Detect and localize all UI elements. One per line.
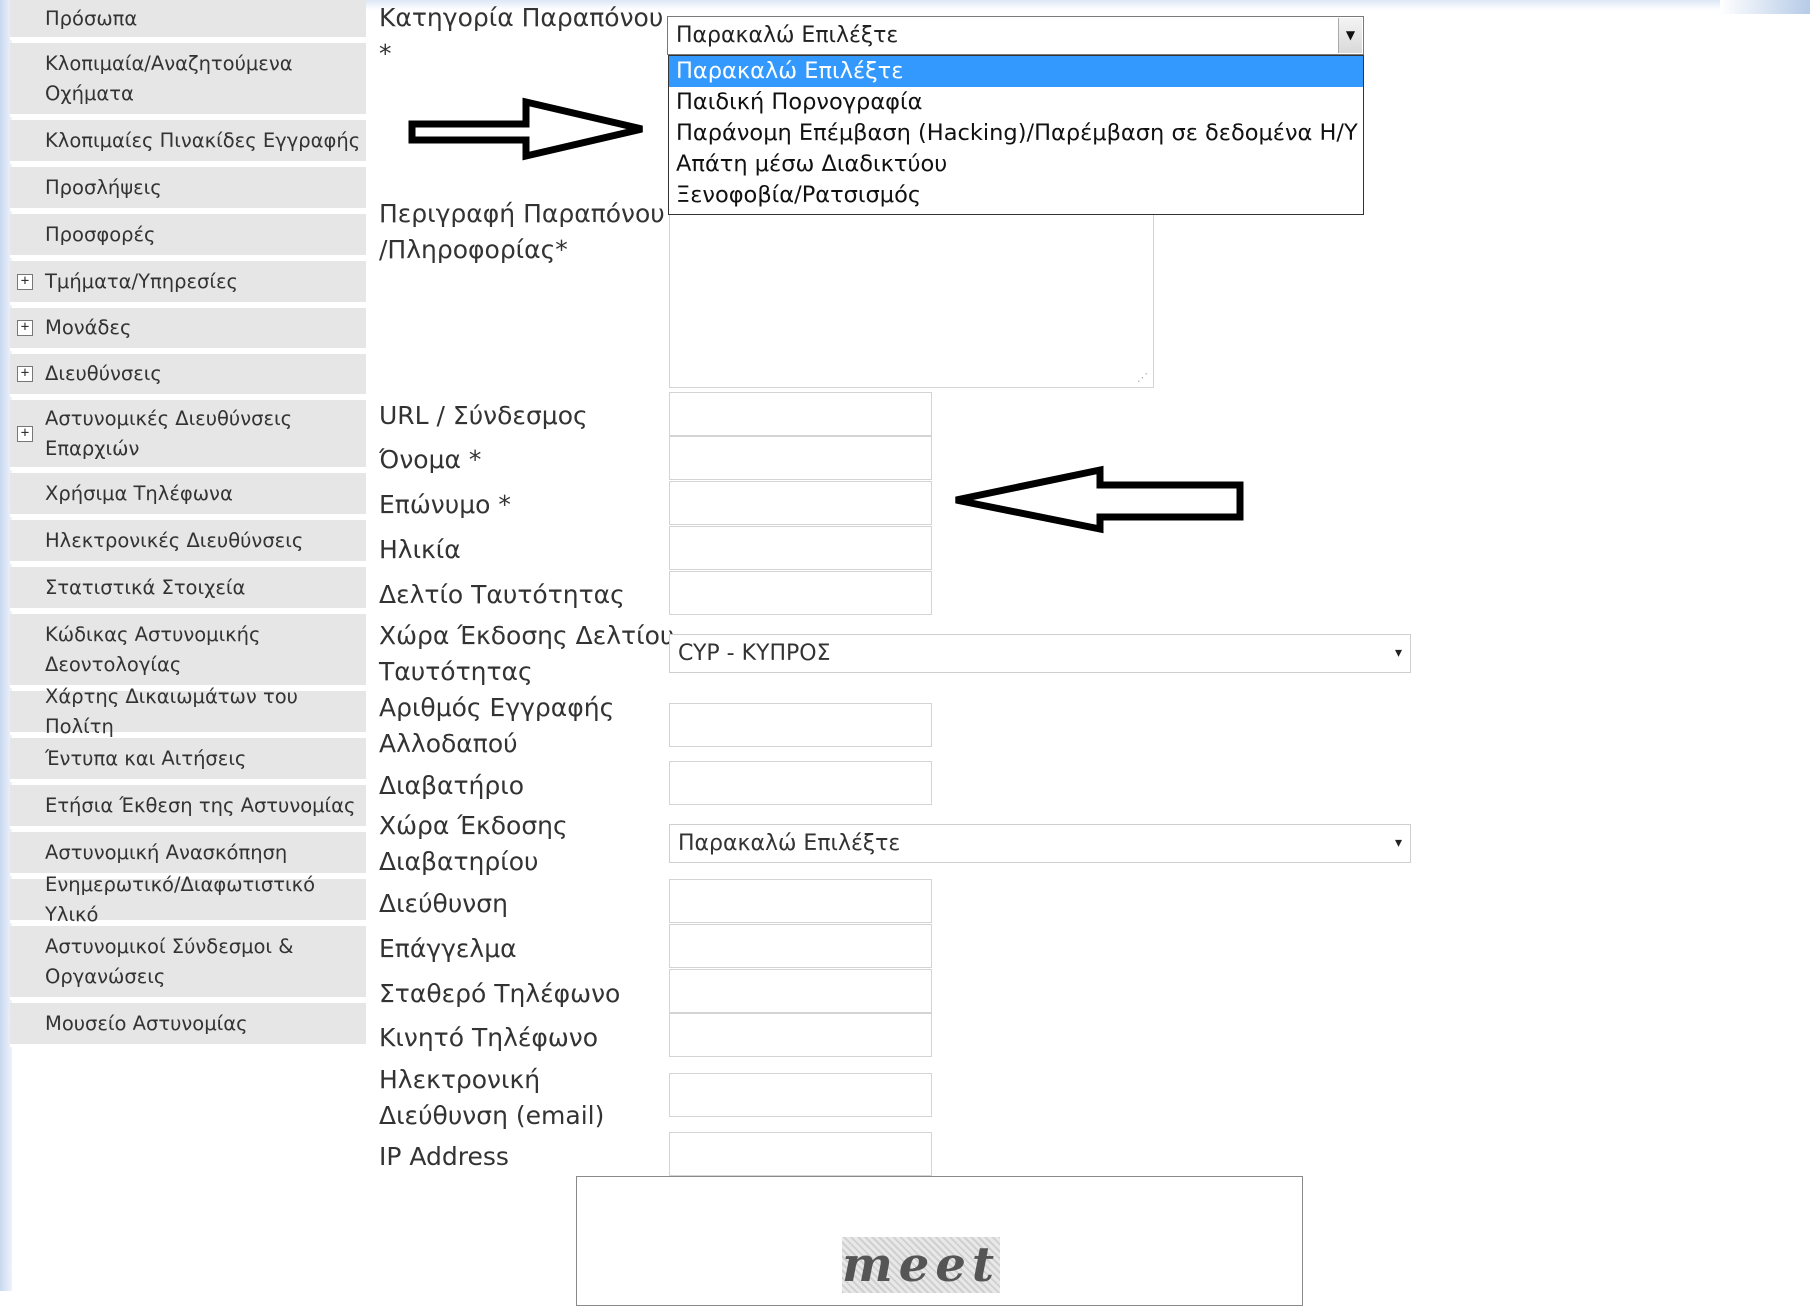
sidebar-item[interactable]: Ηλεκτρονικές Διευθύνσεις	[10, 520, 366, 564]
sidebar-item-label: Κλοπιμαίες Πινακίδες Εγγραφής	[45, 128, 361, 152]
id-card-label: Δελτίο Ταυτότητας	[379, 580, 625, 609]
plus-expand-icon[interactable]: +	[17, 366, 33, 382]
category-option[interactable]: Παιδική Πορνογραφία	[669, 87, 1363, 118]
passport-country-select[interactable]: Παρακαλώ Επιλέξτε ▾	[669, 824, 1411, 863]
chevron-down-icon: ▾	[1394, 645, 1402, 661]
landline-input[interactable]	[669, 969, 932, 1013]
category-label: Κατηγορία Παραπόνου *	[379, 3, 664, 68]
category-option[interactable]: Παράνομη Επέμβαση (Hacking)/Παρέμβαση σε…	[669, 118, 1363, 149]
sidebar-item[interactable]: Χάρτης Δικαιωμάτων του Πολίτη	[10, 685, 366, 738]
plus-expand-icon[interactable]: +	[17, 425, 33, 442]
category-select[interactable]: Παρακαλώ Επιλέξτε ▼	[667, 16, 1364, 55]
sidebar-item-label: Πρόσωπα	[45, 6, 138, 30]
address-label: Διεύθυνση	[379, 889, 508, 918]
sidebar-item-label: Διευθύνσεις	[45, 362, 162, 385]
sidebar-item[interactable]: Αστυνομικοί Σύνδεσμοι & Οργανώσεις	[10, 926, 366, 1000]
sidebar-item-label: Ετήσια Έκθεση της Αστυνομίας	[45, 793, 356, 817]
sidebar-item-label: Κώδικας Αστυνομικής Δεοντολογίας	[45, 622, 261, 676]
sidebar-item-label: Αστυνομικοί Σύνδεσμοι & Οργανώσεις	[45, 934, 294, 988]
sidebar-item[interactable]: + Διευθύνσεις	[10, 354, 366, 397]
id-country-select[interactable]: CYP - ΚΥΠΡΟΣ ▾	[669, 634, 1411, 673]
sidebar-item[interactable]: Πρόσωπα	[10, 0, 366, 40]
sidebar-item[interactable]: Στατιστικά Στοιχεία	[10, 567, 366, 611]
resize-grip-icon[interactable]: ⋰	[1137, 371, 1148, 384]
sidebar-item[interactable]: + Αστυνομικές Διευθύνσεις Επαρχιών	[10, 400, 366, 470]
sidebar-item-label: Προσφορές	[45, 222, 156, 246]
sidebar-item-label: Κλοπιμαία/Αναζητούμενα Οχήματα	[45, 51, 293, 105]
id-country-label: Χώρα Έκδοσης Δελτίου Ταυτότητας	[379, 621, 675, 686]
ip-input[interactable]	[669, 1132, 932, 1176]
age-label: Ηλικία	[379, 535, 461, 564]
sidebar-item[interactable]: Μουσείο Αστυνομίας	[10, 1003, 366, 1047]
category-option[interactable]: Παρακαλώ Επιλέξτε	[669, 56, 1363, 87]
landline-label: Σταθερό Τηλέφωνο	[379, 979, 621, 1008]
captcha-box: meet	[576, 1176, 1303, 1306]
sidebar-item[interactable]: Κλοπιμαίες Πινακίδες Εγγραφής	[10, 120, 366, 164]
address-input[interactable]	[669, 879, 932, 923]
passport-country-label: Χώρα Έκδοσης Διαβατηρίου	[379, 811, 568, 876]
mobile-label: Κινητό Τηλέφωνο	[379, 1023, 599, 1052]
sidebar-item-label: Αστυνομική Ανασκόπηση	[45, 840, 288, 864]
first-name-label: Όνομα *	[379, 445, 482, 474]
sidebar-item-label: Ηλεκτρονικές Διευθύνσεις	[45, 528, 304, 552]
sidebar-item[interactable]: Χρήσιμα Τηλέφωνα	[10, 473, 366, 517]
url-input[interactable]	[669, 392, 932, 436]
right-arrow-annotation-icon	[408, 97, 643, 161]
profession-label: Επάγγελμα	[379, 934, 517, 963]
sidebar-item[interactable]: Κλοπιμαία/Αναζητούμενα Οχήματα	[10, 43, 366, 117]
sidebar-item-label: Χρήσιμα Τηλέφωνα	[45, 481, 233, 505]
left-arrow-annotation-icon	[955, 465, 1244, 534]
passport-label: Διαβατήριο	[379, 771, 524, 800]
mobile-input[interactable]	[669, 1013, 932, 1057]
alien-reg-label: Αριθμός Εγγραφής Αλλοδαπού	[379, 693, 615, 758]
category-option[interactable]: Ξενοφοβία/Ρατσισμός	[669, 180, 1363, 211]
url-label: URL / Σύνδεσμος	[379, 401, 588, 430]
chevron-down-icon: ▾	[1394, 835, 1402, 851]
profession-input[interactable]	[669, 924, 932, 968]
passport-country-value: Παρακαλώ Επιλέξτε	[678, 831, 901, 856]
sidebar-item-label: Έντυπα και Αιτήσεις	[45, 746, 247, 770]
category-dropdown-list: Παρακαλώ Επιλέξτε Παιδική Πορνογραφία Παρά…	[668, 55, 1364, 215]
sidebar-item[interactable]: Κώδικας Αστυνομικής Δεοντολογίας	[10, 614, 366, 688]
sidebar-item-label: Ενημερωτικό/Διαφωτιστικό Υλικό	[45, 872, 316, 926]
id-card-input[interactable]	[669, 571, 932, 615]
age-input[interactable]	[669, 526, 932, 570]
first-name-input[interactable]	[669, 436, 932, 480]
alien-reg-input[interactable]	[669, 703, 932, 747]
category-select-value: Παρακαλώ Επιλέξτε	[676, 23, 899, 48]
top-right-glow	[1720, 0, 1810, 14]
dropdown-arrow-icon[interactable]: ▼	[1338, 18, 1362, 53]
sidebar-item-label: Μουσείο Αστυνομίας	[45, 1011, 248, 1035]
sidebar-item-label: Αστυνομικές Διευθύνσεις Επαρχιών	[45, 406, 293, 460]
sidebar-item[interactable]: Ενημερωτικό/Διαφωτιστικό Υλικό	[10, 873, 366, 926]
id-country-value: CYP - ΚΥΠΡΟΣ	[678, 641, 831, 666]
last-name-input[interactable]	[669, 481, 932, 525]
plus-expand-icon[interactable]: +	[17, 273, 33, 290]
email-label: Ηλεκτρονική Διεύθυνση (email)	[379, 1065, 605, 1130]
captcha-image: meet	[842, 1237, 1001, 1293]
sidebar-item-label: Μονάδες	[45, 316, 132, 339]
sidebar-item[interactable]: Ετήσια Έκθεση της Αστυνομίας	[10, 785, 366, 829]
sidebar-item[interactable]: + Μονάδες	[10, 308, 366, 351]
description-textarea[interactable]: ⋰	[669, 214, 1154, 388]
sidebar-item-label: Χάρτης Δικαιωμάτων του Πολίτη	[45, 684, 298, 738]
sidebar-item-label: Στατιστικά Στοιχεία	[45, 575, 246, 599]
plus-expand-icon[interactable]: +	[17, 320, 33, 336]
sidebar-item-label: Προσλήψεις	[45, 175, 162, 199]
description-label: Περιγραφή Παραπόνου /Πληροφορίας*	[379, 199, 665, 264]
sidebar-item[interactable]: + Τμήματα/Υπηρεσίες	[10, 261, 366, 305]
sidebar-item[interactable]: Προσλήψεις	[10, 167, 366, 211]
sidebar-item[interactable]: Προσφορές	[10, 214, 366, 258]
sidebar-item[interactable]: Έντυπα και Αιτήσεις	[10, 738, 366, 782]
sidebar-item-label: Τμήματα/Υπηρεσίες	[45, 269, 238, 293]
passport-input[interactable]	[669, 761, 932, 805]
category-option[interactable]: Απάτη μέσω Διαδικτύου	[669, 149, 1363, 180]
email-input[interactable]	[669, 1073, 932, 1117]
ip-label: IP Address	[379, 1142, 509, 1171]
last-name-label: Επώνυμο *	[379, 490, 511, 519]
